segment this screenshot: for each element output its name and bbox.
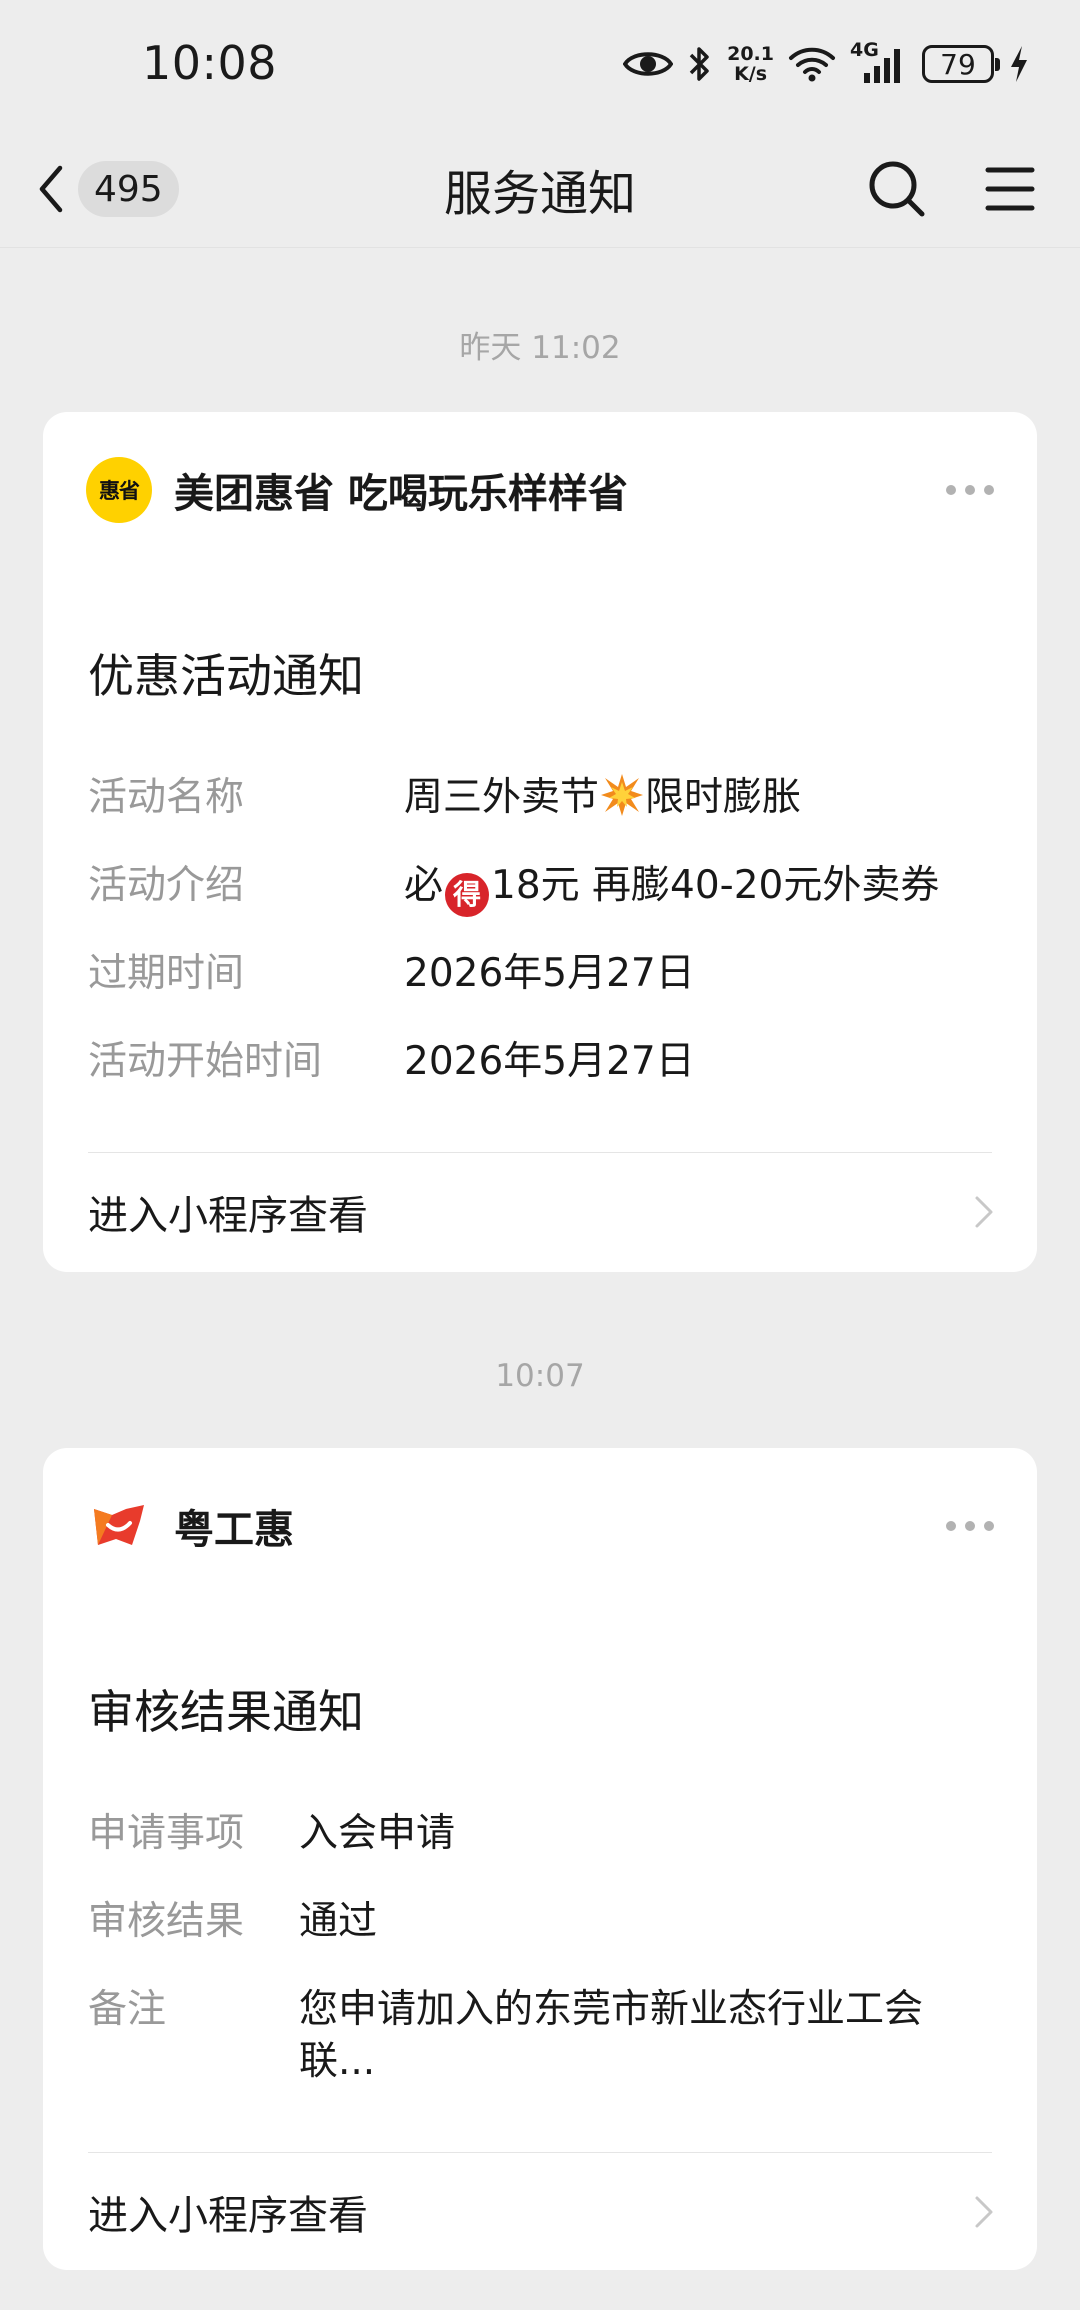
more-options-button[interactable] (946, 1511, 994, 1541)
collision-icon (601, 774, 644, 816)
field-value-text: 周三外卖节 (404, 775, 600, 820)
chevron-right-icon (975, 2196, 993, 2228)
search-icon[interactable] (862, 154, 932, 224)
yuegonghui-logo-icon (86, 1493, 152, 1559)
field-label: 过期时间 (88, 951, 245, 996)
de-badge-icon: 得 (445, 873, 490, 917)
status-icons: 20.1 K/s 4G 79 (623, 36, 1030, 92)
dot-icon (965, 1521, 975, 1531)
battery-icon: 79 (922, 45, 1000, 83)
dot-icon (946, 485, 956, 495)
field-label: 活动名称 (88, 775, 245, 820)
field-row: 过期时间 2026年5月27日 (88, 948, 992, 1000)
network-speed-unit: K/s (734, 63, 768, 85)
field-row: 备注 您申请加入的东莞市新业态行业工会 联... (88, 1984, 992, 2090)
meituan-logo-icon: 惠省 (86, 457, 152, 523)
notification-card[interactable]: 惠省 美团惠省 吃喝玩乐样样省 优惠活动通知 活动名称 周三外卖节 限时膨胀 活… (43, 412, 1037, 1272)
field-value-line: 您申请加入的东莞市新业态行业工会 (299, 1987, 924, 2032)
field-value-text: 限时膨胀 (645, 775, 802, 820)
field-value: 必得 18元 再膨40-20元外卖券 (404, 860, 992, 917)
dot-icon (946, 1521, 956, 1531)
more-options-button[interactable] (946, 475, 994, 505)
status-time: 10:08 (142, 36, 278, 90)
open-mini-program-link[interactable]: 进入小程序查看 (88, 2172, 997, 2252)
field-row: 活动开始时间 2026年5月27日 (88, 1036, 992, 1088)
dot-icon (984, 485, 994, 495)
field-value: 通过 (299, 1899, 378, 1944)
dot-icon (965, 485, 975, 495)
link-text: 进入小程序查看 (88, 1193, 368, 1239)
brand-name: 粤工惠 (174, 1507, 294, 1553)
card-title: 优惠活动通知 (88, 649, 364, 703)
notification-card[interactable]: 粤工惠 审核结果通知 申请事项 入会申请 审核结果 通过 备注 您申请加入的东莞… (43, 1448, 1037, 2270)
message-timestamp: 10:07 (495, 1358, 585, 1394)
field-value: 周三外卖节 限时膨胀 (404, 772, 992, 824)
card-header: 惠省 美团惠省 吃喝玩乐样样省 (86, 454, 994, 526)
chevron-right-icon (975, 1196, 993, 1228)
field-label: 申请事项 (88, 1811, 245, 1856)
field-label: 活动开始时间 (88, 1039, 323, 1084)
field-value-text: 必 (404, 863, 444, 908)
network-speed-value: 20.1 (727, 43, 774, 65)
field-value-text: 18元 再膨40-20元外卖券 (491, 863, 940, 908)
eye-icon (623, 52, 674, 76)
field-row: 申请事项 入会申请 (88, 1808, 992, 1860)
menu-icon[interactable] (975, 154, 1045, 224)
nav-bar: 495 服务通知 (0, 130, 1080, 248)
field-row: 审核结果 通过 (88, 1896, 992, 1948)
open-mini-program-link[interactable]: 进入小程序查看 (88, 1172, 997, 1252)
wifi-icon (789, 47, 835, 82)
cellular-signal: 4G (850, 39, 908, 85)
divider (88, 2152, 992, 2153)
field-value: 2026年5月27日 (404, 951, 695, 996)
field-row: 活动介绍 必得 18元 再膨40-20元外卖券 (88, 860, 992, 917)
signal-icon (864, 49, 900, 83)
field-value: 2026年5月27日 (404, 1039, 695, 1084)
card-title: 审核结果通知 (88, 1685, 364, 1739)
divider (88, 1152, 992, 1153)
field-label: 备注 (88, 1987, 167, 2032)
status-bar: 10:08 20.1 K/s 4G 79 (0, 0, 1080, 130)
field-value-line: 联... (299, 2039, 376, 2084)
charging-icon (1011, 46, 1027, 82)
link-text: 进入小程序查看 (88, 2193, 368, 2239)
card-header: 粤工惠 (86, 1490, 994, 1562)
bluetooth-icon (689, 47, 709, 81)
field-value: 您申请加入的东莞市新业态行业工会 联... (299, 1984, 992, 2088)
brand-name: 美团惠省 吃喝玩乐样样省 (174, 471, 628, 517)
message-timestamp: 昨天 11:02 (459, 330, 621, 366)
meituan-logo-text: 惠省 (99, 479, 140, 503)
dot-icon (984, 1521, 994, 1531)
battery-level: 79 (940, 47, 976, 81)
field-label: 活动介绍 (88, 863, 245, 908)
field-row: 活动名称 周三外卖节 限时膨胀 (88, 772, 992, 824)
field-value: 入会申请 (299, 1811, 456, 1856)
network-speed: 20.1 K/s (727, 44, 774, 84)
field-label: 审核结果 (88, 1899, 245, 1944)
